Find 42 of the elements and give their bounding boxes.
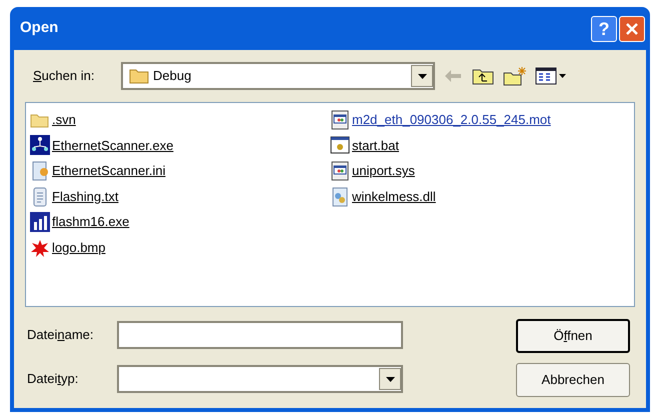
up-folder-icon (472, 67, 494, 85)
file-item[interactable]: EthernetScanner.exe (52, 136, 174, 156)
settings-file-icon (30, 160, 50, 181)
bars-icon (30, 212, 50, 232)
help-button[interactable]: ? (591, 16, 617, 42)
dialog-button[interactable]: Öffnen (516, 319, 630, 353)
look-in-value: Debug (153, 67, 192, 86)
window-file-icon (330, 110, 350, 130)
dialog-button[interactable]: Abbrechen (516, 363, 630, 397)
file-item[interactable]: .svn (52, 110, 76, 130)
window-title: Open (20, 18, 58, 38)
folder-icon (129, 68, 149, 84)
look-in-label: Suchen in: (32, 67, 96, 86)
file-type-label: Dateityp: (26, 370, 80, 388)
file-item[interactable]: winkelmess.dll (352, 186, 436, 206)
caret-icon (418, 74, 426, 78)
window-file-icon (330, 160, 350, 181)
file-item[interactable]: start.bat (352, 136, 399, 156)
file-name-field[interactable] (116, 321, 403, 349)
caret-icon (558, 74, 566, 78)
close-button[interactable] (619, 16, 645, 42)
new-folder-icon (503, 66, 527, 86)
close-icon (625, 22, 639, 36)
dropdown-button[interactable] (379, 368, 401, 390)
new-folder-button[interactable] (501, 64, 529, 88)
file-item[interactable]: logo.bmp (52, 238, 106, 258)
network-icon (30, 135, 50, 156)
file-item[interactable]: m2d_eth_090306_2.0.55_245.mot (352, 110, 551, 130)
arrow-left-icon (444, 69, 462, 83)
library-file-icon (330, 186, 350, 207)
batch-file-icon (330, 135, 350, 156)
view-list-icon (534, 67, 556, 85)
file-name-label: Dateiname: (26, 326, 94, 344)
dropdown-button[interactable] (411, 65, 433, 87)
file-item[interactable]: EthernetScanner.ini (52, 161, 166, 181)
caret-icon (386, 376, 394, 382)
file-item[interactable]: Flashing.txt (52, 186, 118, 206)
splash-icon (30, 238, 50, 258)
file-item[interactable]: flashm16.exe (52, 212, 130, 232)
look-in-dropdown[interactable]: Debug (121, 62, 435, 90)
file-type-dropdown[interactable] (116, 365, 403, 393)
file-item[interactable]: uniport.sys (352, 161, 415, 181)
